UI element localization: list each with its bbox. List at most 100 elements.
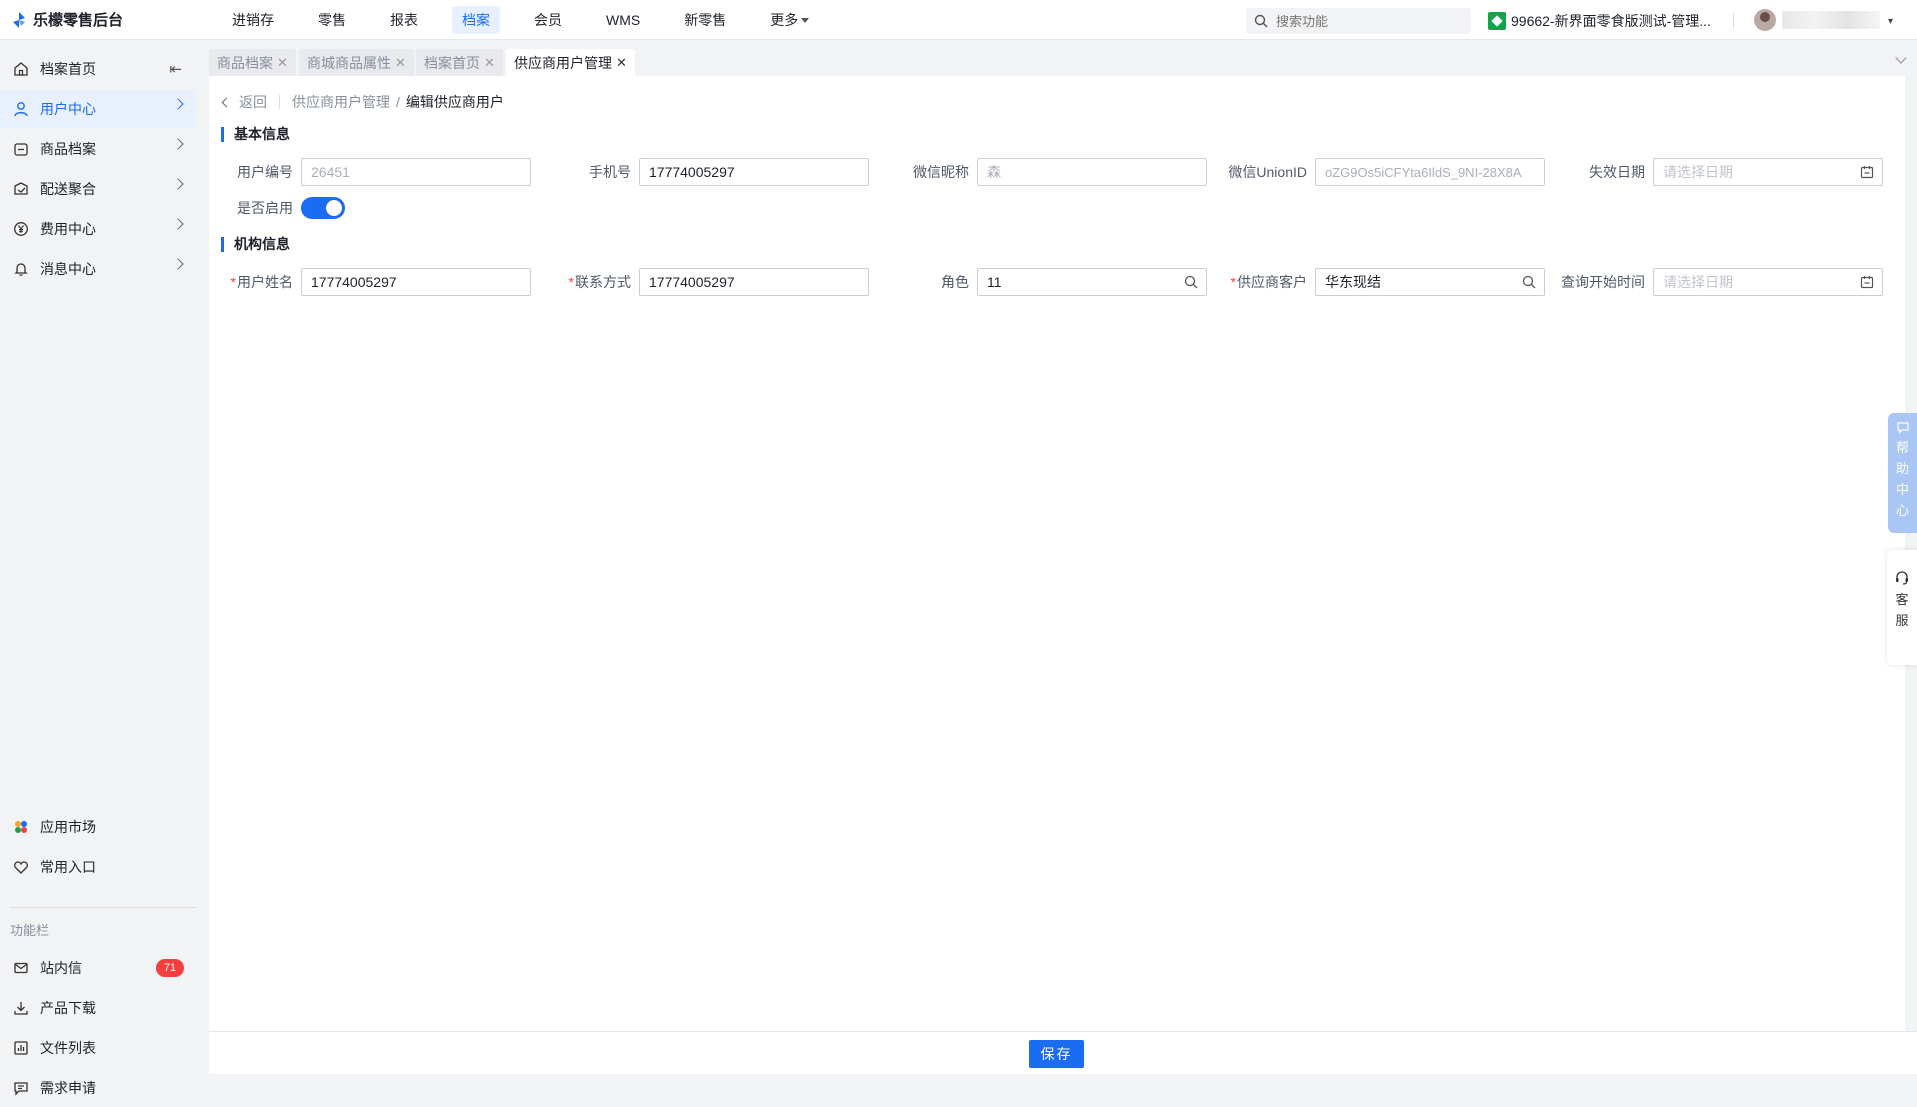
- chevron-down-icon[interactable]: [1895, 52, 1907, 64]
- query-start-date-picker[interactable]: 请选择日期: [1653, 268, 1883, 296]
- breadcrumb-separator: /: [396, 94, 400, 110]
- save-button[interactable]: 保存: [1029, 1040, 1084, 1068]
- sidebar-item-app-market[interactable]: 应用市场: [0, 808, 196, 846]
- file-list-icon: [12, 1039, 30, 1057]
- search-icon[interactable]: [1522, 275, 1536, 289]
- sidebar-item-label: 需求申请: [40, 1080, 96, 1096]
- sidebar-item-product-download[interactable]: 产品下载: [0, 989, 196, 1027]
- back-link[interactable]: 返回: [239, 92, 267, 112]
- field-user-no: 用户编号 26451: [209, 158, 531, 186]
- date-placeholder: 请选择日期: [1663, 274, 1733, 290]
- topnav-inventory[interactable]: 进销存: [222, 6, 284, 34]
- customer-service-button[interactable]: 客 服: [1887, 550, 1917, 665]
- sidebar-item-label: 产品下载: [40, 1000, 96, 1016]
- app-title: 乐檬零售后台: [33, 12, 124, 29]
- close-icon[interactable]: ✕: [395, 55, 406, 71]
- top-nav: 进销存 零售 报表 档案 会员 WMS 新零售 更多: [210, 0, 831, 40]
- field-role: 角色 11: [885, 268, 1207, 296]
- collapse-sidebar-icon[interactable]: ⇤: [169, 60, 182, 78]
- field-label-text: 供应商客户: [1237, 274, 1307, 290]
- topnav-new-retail[interactable]: 新零售: [674, 6, 736, 34]
- sidebar-item-common-entry[interactable]: 常用入口: [0, 848, 196, 886]
- sidebar-item-delivery[interactable]: 配送聚合: [0, 170, 196, 208]
- user-icon: [12, 100, 30, 118]
- field-contact: *联系方式 17774005297: [547, 268, 869, 296]
- sidebar-item-label: 档案首页: [40, 61, 96, 77]
- bell-icon: [12, 260, 30, 278]
- section-title-org: 机构信息: [221, 237, 290, 252]
- sidebar-item-archive-home[interactable]: 档案首页 ⇤: [0, 50, 196, 88]
- breadcrumb-parent[interactable]: 供应商用户管理: [292, 92, 390, 112]
- mail-icon: [12, 959, 30, 977]
- chevron-right-icon: [172, 218, 184, 230]
- field-label-text: 用户姓名: [237, 274, 293, 290]
- contact-input[interactable]: 17774005297: [639, 268, 869, 296]
- close-icon[interactable]: ✕: [484, 55, 495, 71]
- help-center-button[interactable]: 帮 助 中 心: [1888, 413, 1917, 533]
- field-query-start: 查询开始时间 请选择日期: [1561, 268, 1883, 296]
- topnav-retail[interactable]: 零售: [308, 6, 356, 34]
- sidebar-item-label: 费用中心: [40, 221, 96, 237]
- user-menu-caret-icon[interactable]: ▾: [1888, 16, 1893, 27]
- tab-archive-home[interactable]: 档案首页 ✕: [416, 49, 503, 76]
- topnav-reports[interactable]: 报表: [380, 6, 428, 34]
- tab-label: 商品档案: [217, 54, 273, 71]
- sidebar-item-label: 配送聚合: [40, 181, 96, 197]
- sidebar-item-user-center[interactable]: 用户中心: [0, 90, 196, 128]
- chevron-right-icon: [172, 98, 184, 110]
- goods-icon: [12, 140, 30, 158]
- tab-bar: 商品档案 ✕ 商城商品属性 ✕ 档案首页 ✕ 供应商用户管理 ✕: [207, 40, 1917, 76]
- sidebar: 档案首页 ⇤ 用户中心 商品档案 配送聚合 费用中心 消息中心 应用市场 常用入…: [0, 40, 207, 1096]
- required-mark: *: [1230, 274, 1236, 290]
- sidebar-item-goods-archive[interactable]: 商品档案: [0, 130, 196, 168]
- topnav-more[interactable]: 更多: [760, 6, 819, 34]
- section-title-basic: 基本信息: [221, 127, 290, 142]
- topnav-more-label: 更多: [770, 11, 799, 28]
- function-search[interactable]: [1246, 8, 1471, 34]
- phone-input[interactable]: 17774005297: [639, 158, 869, 186]
- store-selector[interactable]: 99662-新界面零食版测试-管理...: [1488, 11, 1711, 31]
- calendar-icon: [1860, 276, 1874, 289]
- sidebar-item-inbox[interactable]: 站内信 71: [0, 949, 196, 987]
- sidebar-item-fee-center[interactable]: 费用中心: [0, 210, 196, 248]
- field-enabled: 是否启用: [209, 194, 345, 222]
- store-icon: [1488, 12, 1506, 30]
- close-icon[interactable]: ✕: [277, 55, 288, 71]
- field-user-name: *用户姓名 17774005297: [209, 268, 531, 296]
- topnav-member[interactable]: 会员: [524, 6, 572, 34]
- breadcrumb-current: 编辑供应商用户: [405, 94, 504, 110]
- role-selector[interactable]: 11: [977, 268, 1207, 296]
- close-icon[interactable]: ✕: [616, 55, 627, 71]
- topnav-archive[interactable]: 档案: [452, 5, 500, 34]
- supplier-selector[interactable]: 华东现结: [1315, 268, 1545, 296]
- user-name-input[interactable]: 17774005297: [301, 268, 531, 296]
- sidebar-item-message-center[interactable]: 消息中心: [0, 250, 196, 288]
- tab-mall-goods-attr[interactable]: 商城商品属性 ✕: [299, 49, 414, 76]
- tab-goods-archive[interactable]: 商品档案 ✕: [209, 49, 296, 76]
- avatar[interactable]: [1754, 9, 1776, 31]
- app-logo[interactable]: 乐檬零售后台: [0, 9, 210, 30]
- enabled-toggle[interactable]: [301, 197, 345, 219]
- chevron-left-icon[interactable]: [221, 97, 232, 107]
- field-phone: 手机号 17774005297: [547, 158, 869, 186]
- search-icon[interactable]: [1184, 275, 1198, 289]
- divider: [279, 95, 280, 109]
- footer-bar: 保存: [209, 1031, 1917, 1074]
- sidebar-divider: [10, 907, 196, 908]
- sidebar-item-label: 应用市场: [40, 819, 96, 835]
- supplier-value: 华东现结: [1325, 274, 1381, 290]
- field-label: *联系方式: [547, 272, 639, 292]
- sidebar-item-file-list[interactable]: 文件列表: [0, 1029, 196, 1067]
- download-icon: [12, 999, 30, 1017]
- date-placeholder: 请选择日期: [1663, 164, 1733, 180]
- request-icon: [12, 1079, 30, 1097]
- tab-supplier-user-mgmt[interactable]: 供应商用户管理 ✕: [506, 49, 635, 76]
- user-name-blurred[interactable]: [1782, 11, 1880, 29]
- expire-date-picker[interactable]: 请选择日期: [1653, 158, 1883, 186]
- store-name: 99662-新界面零食版测试-管理...: [1511, 13, 1711, 29]
- sidebar-item-request[interactable]: 需求申请: [0, 1069, 196, 1107]
- topnav-wms[interactable]: WMS: [596, 6, 650, 34]
- function-search-input[interactable]: [1274, 12, 1458, 30]
- field-union-id: 微信UnionID oZG9Os5iCFYta6IldS_9NI-28X8A: [1223, 158, 1545, 186]
- field-label: 微信昵称: [913, 164, 969, 180]
